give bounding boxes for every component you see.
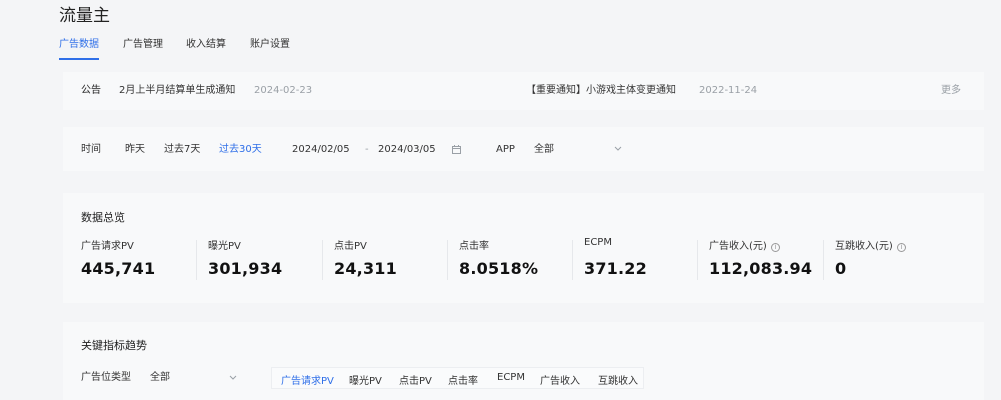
notice-item-link[interactable]: 【重要通知】小游戏主体变更通知 [526, 85, 676, 97]
time-option-yesterday[interactable]: 昨天 [125, 144, 145, 156]
notice-item-date: 2024-02-23 [254, 85, 313, 96]
metric-tab-impression-pv[interactable]: 曝光PV [349, 372, 382, 387]
ad-type-select[interactable]: 全部 [150, 372, 170, 384]
metric-value: 112,083.94 [709, 259, 813, 278]
metric-value: 371.22 [584, 259, 647, 278]
tab-ad-data[interactable]: 广告数据 [59, 38, 99, 60]
tab-ad-management[interactable]: 广告管理 [123, 38, 163, 60]
metric-value: 8.0518% [459, 259, 539, 278]
app-select[interactable]: 全部 [534, 144, 554, 156]
info-icon[interactable]: i [770, 243, 780, 252]
time-option-7-days[interactable]: 过去7天 [164, 144, 200, 156]
info-icon[interactable]: i [896, 243, 906, 252]
metric-label: 广告请求PV [81, 241, 134, 252]
filter-bar [63, 127, 984, 171]
notice-label: 公告 [81, 85, 101, 96]
page-title: 流量主 [59, 6, 110, 26]
date-range-separator: - [365, 144, 369, 155]
metric-divider [572, 240, 573, 280]
metric-divider [196, 240, 197, 280]
metric-label: 曝光PV [208, 241, 241, 252]
metric-value: 445,741 [81, 259, 156, 278]
metric-label: 点击PV [334, 241, 367, 252]
metric-value: 0 [835, 259, 847, 278]
tab-revenue-settlement[interactable]: 收入结算 [186, 38, 226, 60]
metric-tab-jump-revenue[interactable]: 互跳收入 [598, 372, 638, 387]
app-label: APP [496, 144, 515, 155]
chevron-down-icon[interactable] [614, 146, 622, 152]
start-date-input[interactable]: 2024/02/05 [292, 144, 350, 156]
notice-item-link[interactable]: 2月上半月结算单生成通知 [119, 85, 235, 97]
metric-value: 24,311 [334, 259, 397, 278]
section-title: 关键指标趋势 [81, 339, 147, 352]
metric-value: 301,934 [208, 259, 283, 278]
metric-tab-ad-revenue[interactable]: 广告收入 [540, 372, 580, 387]
time-option-30-days[interactable]: 过去30天 [219, 144, 262, 156]
metric-label: 点击率 [459, 241, 489, 252]
metric-tab-ctr[interactable]: 点击率 [448, 372, 478, 387]
metric-label-with-info: 互跳收入(元) i [835, 237, 906, 252]
time-label: 时间 [81, 144, 101, 155]
ad-type-label: 广告位类型 [81, 372, 131, 383]
metric-label-with-info: 广告收入(元) i [709, 237, 780, 252]
metric-divider [697, 240, 698, 280]
metric-label: ECPM [584, 237, 612, 248]
metric-divider [322, 240, 323, 280]
metric-label: 互跳收入(元) [835, 241, 893, 252]
tab-account-settings[interactable]: 账户设置 [250, 38, 290, 60]
metric-label: 广告收入(元) [709, 241, 767, 252]
more-link[interactable]: 更多 [941, 85, 961, 97]
notice-item-date: 2022-11-24 [699, 85, 758, 96]
calendar-icon[interactable] [452, 145, 461, 154]
section-title: 数据总览 [81, 211, 125, 224]
metric-divider [823, 240, 824, 280]
end-date-input[interactable]: 2024/03/05 [378, 144, 436, 156]
chevron-down-icon[interactable] [229, 375, 237, 381]
metric-tab-ad-request-pv[interactable]: 广告请求PV [281, 372, 334, 387]
metric-divider [447, 240, 448, 280]
metric-tab-click-pv[interactable]: 点击PV [399, 372, 432, 387]
metric-tab-ecpm[interactable]: ECPM [497, 372, 525, 383]
